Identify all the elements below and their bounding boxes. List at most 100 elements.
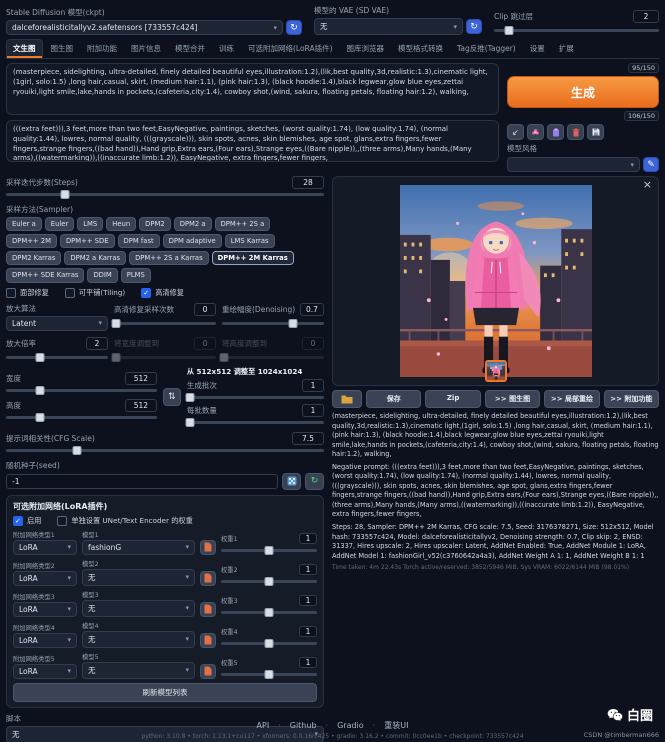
addnet-model-dropdown[interactable]: 无▾ xyxy=(82,662,195,679)
slider-handle[interactable] xyxy=(265,639,274,648)
hires-fix-checkbox[interactable]: ✓ 高清修复 xyxy=(141,288,184,298)
sampler-option[interactable]: DPM++ SDE Karras xyxy=(6,268,84,282)
tab-image-browser[interactable]: 图库浏览器 xyxy=(341,40,391,58)
tab-txt2img[interactable]: 文生图 xyxy=(6,39,43,58)
width-slider[interactable] xyxy=(6,386,157,395)
cfg-scale-slider[interactable] xyxy=(6,446,324,455)
footer-link-github[interactable]: Github xyxy=(269,721,316,730)
upscale-by-input[interactable]: 2 xyxy=(86,337,108,350)
denoising-input[interactable]: 0.7 xyxy=(300,303,324,316)
seed-input[interactable]: -1 xyxy=(6,474,278,489)
restore-faces-checkbox[interactable]: 面部修复 xyxy=(6,288,49,298)
slider-handle[interactable] xyxy=(36,386,45,395)
close-icon[interactable]: × xyxy=(643,178,652,191)
send-to-extras-button[interactable]: >> 附加功能 xyxy=(604,390,659,408)
addnet-model-info-button[interactable] xyxy=(200,540,216,555)
vae-dropdown[interactable]: 无 ▾ xyxy=(314,18,463,35)
zip-button[interactable]: Zip xyxy=(425,390,480,408)
refresh-models-button[interactable]: 刷新模型列表 xyxy=(13,683,317,702)
hires-steps-input[interactable]: 0 xyxy=(194,303,216,316)
slider-handle[interactable] xyxy=(265,608,274,617)
sampler-option[interactable]: LMS xyxy=(77,217,103,231)
sampler-option[interactable]: DPM2 a xyxy=(174,217,212,231)
sampler-option[interactable]: Heun xyxy=(106,217,136,231)
sampler-option[interactable]: DPM2 a Karras xyxy=(64,251,126,265)
tab-png-info[interactable]: 图片信息 xyxy=(125,40,167,58)
send-to-inpaint-button[interactable]: >> 局部重绘 xyxy=(544,390,599,408)
tab-extras[interactable]: 附加功能 xyxy=(81,40,123,58)
sampler-option[interactable]: DPM++ 2M xyxy=(6,234,57,248)
slider-handle[interactable] xyxy=(265,546,274,555)
open-folder-button[interactable] xyxy=(332,390,362,408)
addnet-model-dropdown[interactable]: fashionG▾ xyxy=(82,540,195,555)
addnet-model-info-button[interactable] xyxy=(200,571,216,586)
addnet-model-dropdown[interactable]: 无▾ xyxy=(82,631,195,648)
upscale-by-slider[interactable] xyxy=(6,353,108,362)
addnet-type-dropdown[interactable]: LoRA▾ xyxy=(13,633,77,648)
addnet-model-dropdown[interactable]: 无▾ xyxy=(82,600,195,617)
addnet-weight-slider[interactable] xyxy=(221,608,317,617)
sampler-option[interactable]: DPM2 Karras xyxy=(6,251,61,265)
paste-params-button[interactable]: ↙ xyxy=(507,124,524,140)
sampler-option[interactable]: LMS Karras xyxy=(225,234,275,248)
tab-additional-networks[interactable]: 可选附加网络(LoRA插件) xyxy=(242,40,339,58)
addnet-weight-slider[interactable] xyxy=(221,546,317,555)
apply-styles-button[interactable]: ✎ xyxy=(643,157,659,172)
tab-extensions[interactable]: 扩展 xyxy=(553,40,580,58)
addnet-model-info-button[interactable] xyxy=(200,602,216,617)
addnet-weight-input[interactable]: 1 xyxy=(299,564,317,575)
reuse-seed-button[interactable]: ↻ xyxy=(305,473,324,490)
cfg-scale-input[interactable]: 7.5 xyxy=(292,432,324,445)
sampler-option[interactable]: DPM fast xyxy=(118,234,160,248)
tab-model-converter[interactable]: 模型格式转换 xyxy=(392,40,449,58)
sampler-option[interactable]: DPM++ 2S a Karras xyxy=(129,251,209,265)
generated-image[interactable] xyxy=(400,185,592,377)
addnet-type-dropdown[interactable]: LoRA▾ xyxy=(13,664,77,679)
steps-slider[interactable] xyxy=(6,190,324,199)
addnet-type-dropdown[interactable]: LoRA▾ xyxy=(13,602,77,617)
slider-handle[interactable] xyxy=(61,190,70,199)
addnet-type-dropdown[interactable]: LoRA▾ xyxy=(13,571,77,586)
slider-handle[interactable] xyxy=(112,319,121,328)
sampler-option[interactable]: DPM adaptive xyxy=(163,234,222,248)
denoising-slider[interactable] xyxy=(222,319,324,328)
slider-handle[interactable] xyxy=(185,393,194,402)
width-input[interactable]: 512 xyxy=(125,372,157,385)
addnet-type-dropdown[interactable]: LoRA▾ xyxy=(13,540,77,555)
slider-handle[interactable] xyxy=(289,319,298,328)
sampler-option-selected[interactable]: DPM++ 2M Karras xyxy=(212,251,294,265)
batch-count-input[interactable]: 1 xyxy=(302,379,324,392)
sampler-option[interactable]: DDIM xyxy=(87,268,117,282)
additional-networks-title[interactable]: 可选附加网络(LoRA插件) xyxy=(13,501,317,512)
addnet-weight-input[interactable]: 1 xyxy=(299,626,317,637)
send-to-img2img-button[interactable]: >> 图生图 xyxy=(485,390,540,408)
tiling-checkbox[interactable]: 可平铺(Tiling) xyxy=(65,288,125,298)
footer-link-gradio[interactable]: Gradio xyxy=(317,721,364,730)
steps-input[interactable]: 28 xyxy=(292,176,324,189)
tab-tagger[interactable]: Tag反推(Tagger) xyxy=(451,40,522,58)
addnet-enable-checkbox[interactable]: ✓ 启用 xyxy=(13,516,41,526)
footer-link-api[interactable]: API xyxy=(257,721,270,730)
slider-handle[interactable] xyxy=(36,413,45,422)
extra-networks-button[interactable] xyxy=(527,124,544,140)
sampler-option[interactable]: DPM++ SDE xyxy=(60,234,115,248)
sampler-option[interactable]: DPM++ 2S a xyxy=(215,217,271,231)
sampler-option[interactable]: DPM2 xyxy=(139,217,171,231)
swap-dimensions-button[interactable]: ⇅ xyxy=(163,388,181,406)
hires-steps-slider[interactable] xyxy=(114,319,216,328)
batch-size-input[interactable]: 1 xyxy=(302,404,324,417)
upscaler-dropdown[interactable]: Latent ▾ xyxy=(6,316,108,331)
clip-skip-slider[interactable] xyxy=(494,26,659,35)
sampler-option[interactable]: Euler xyxy=(45,217,74,231)
addnet-weight-slider[interactable] xyxy=(221,670,317,679)
slider-handle[interactable] xyxy=(265,577,274,586)
styles-dropdown[interactable]: ▾ xyxy=(507,157,640,172)
tab-train[interactable]: 训练 xyxy=(213,40,240,58)
ckpt-dropdown[interactable]: dalceforealisticitallyv2.safetensors [73… xyxy=(6,20,283,35)
slider-handle[interactable] xyxy=(73,446,82,455)
clip-skip-input[interactable]: 2 xyxy=(633,10,659,23)
negative-prompt-textarea[interactable]: (((extra feet))),3 feet,more than two fe… xyxy=(6,120,499,162)
save-style-button[interactable] xyxy=(587,124,604,140)
random-seed-button[interactable] xyxy=(282,473,301,490)
addnet-weight-slider[interactable] xyxy=(221,639,317,648)
